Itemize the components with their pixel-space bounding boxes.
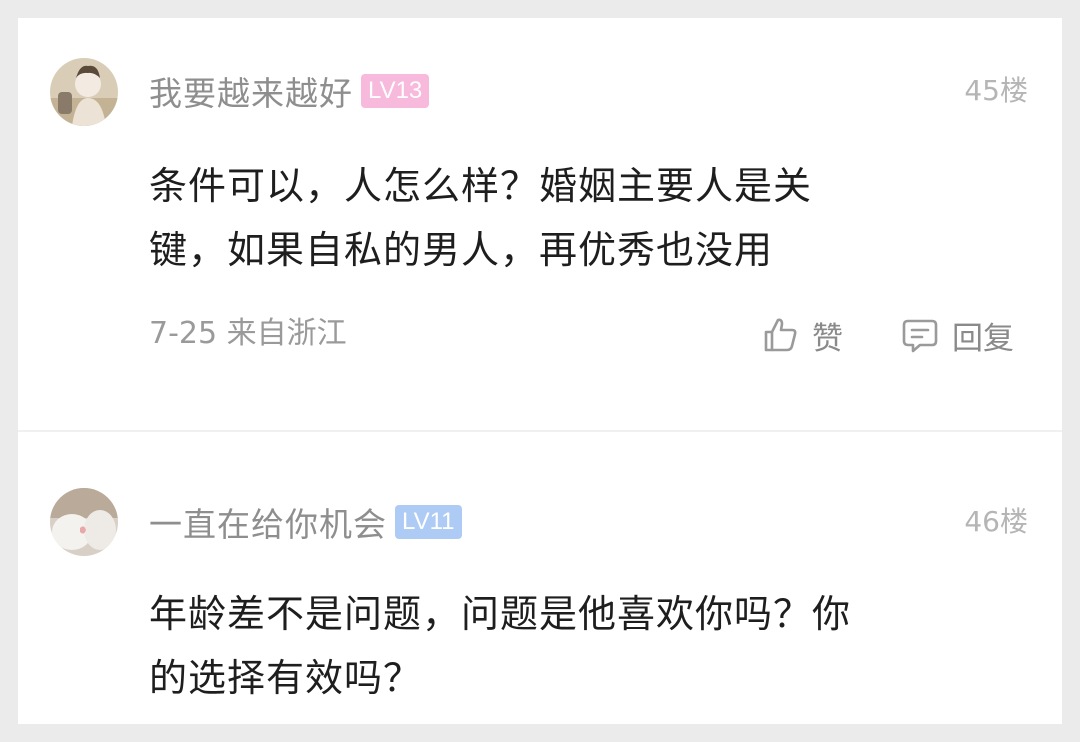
comment-icon [902, 319, 938, 353]
comment-text-line: 条件可以，人怎么样？婚姻主要人是关 [149, 164, 813, 208]
comment-header: 我要越来越好 LV13 [149, 67, 430, 115]
comment-text-line: 年龄差不是问题，问题是他喜欢你吗？你 [149, 592, 852, 636]
comment-location: 来自浙江 [226, 316, 347, 351]
reply-button[interactable]: 回复 [900, 314, 1014, 357]
like-label: 赞 [812, 320, 843, 357]
username[interactable]: 我要越来越好 [149, 67, 353, 115]
comment-header: 一直在给你机会 LV11 [149, 498, 462, 546]
username[interactable]: 一直在给你机会 [149, 498, 387, 546]
comment-meta: 7-25 来自浙江 [149, 314, 347, 354]
user-avatar-icon[interactable] [50, 488, 118, 556]
floor-number: 46楼 [964, 505, 1028, 538]
level-badge: LV13 [361, 74, 430, 108]
comment-text-line: 的选择有效吗？ [149, 656, 423, 700]
comment-text: 条件可以，人怎么样？婚姻主要人是关 键，如果自私的男人，再优秀也没用 [149, 154, 1029, 282]
user-avatar-icon[interactable] [50, 58, 118, 126]
comment-item: 我要越来越好 LV13 45楼 条件可以，人怎么样？婚姻主要人是关 键，如果自私… [18, 18, 1062, 430]
comment-date: 7-25 [149, 316, 218, 351]
comment-text: 年龄差不是问题，问题是他喜欢你吗？你 的选择有效吗？ [149, 582, 1029, 710]
floor-number: 45楼 [964, 74, 1028, 107]
level-badge: LV11 [395, 505, 462, 539]
reply-label: 回复 [952, 320, 1014, 357]
comment-list: 我要越来越好 LV13 45楼 条件可以，人怎么样？婚姻主要人是关 键，如果自私… [18, 18, 1062, 724]
thumbs-up-icon [764, 318, 797, 352]
like-button[interactable]: 赞 [760, 314, 843, 357]
comment-text-line: 键，如果自私的男人，再优秀也没用 [149, 228, 774, 272]
comment-item: 一直在给你机会 LV11 46楼 年龄差不是问题，问题是他喜欢你吗？你 的选择有… [18, 432, 1062, 724]
